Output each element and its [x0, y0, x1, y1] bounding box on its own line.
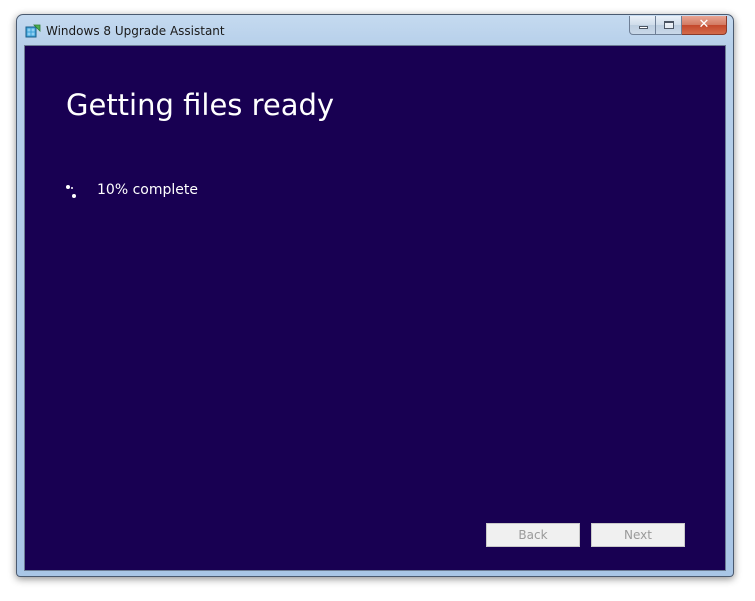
maximize-button[interactable]: [656, 16, 682, 35]
windows-upgrade-icon: [25, 24, 41, 38]
spinner-dot: [71, 187, 73, 189]
minimize-button[interactable]: [629, 16, 656, 35]
window-title: Windows 8 Upgrade Assistant: [46, 24, 225, 38]
title-bar[interactable]: Windows 8 Upgrade Assistant ✕: [17, 15, 733, 46]
window-controls: ✕: [629, 16, 727, 36]
maximize-icon: [664, 21, 674, 29]
back-button[interactable]: Back: [486, 523, 580, 547]
close-button[interactable]: ✕: [682, 16, 727, 35]
minimize-icon: [639, 26, 648, 29]
page-title: Getting files ready: [66, 88, 335, 122]
close-icon: ✕: [698, 17, 710, 32]
spinner-dot: [66, 185, 70, 189]
progress-status: 10% complete: [97, 182, 198, 198]
next-button[interactable]: Next: [591, 523, 685, 547]
content-area: Getting files ready 10% complete Back Ne…: [24, 45, 726, 571]
app-window: Windows 8 Upgrade Assistant ✕ Getting fi…: [16, 14, 734, 577]
spinner-icon: [65, 184, 77, 198]
spinner-dot: [72, 194, 76, 198]
